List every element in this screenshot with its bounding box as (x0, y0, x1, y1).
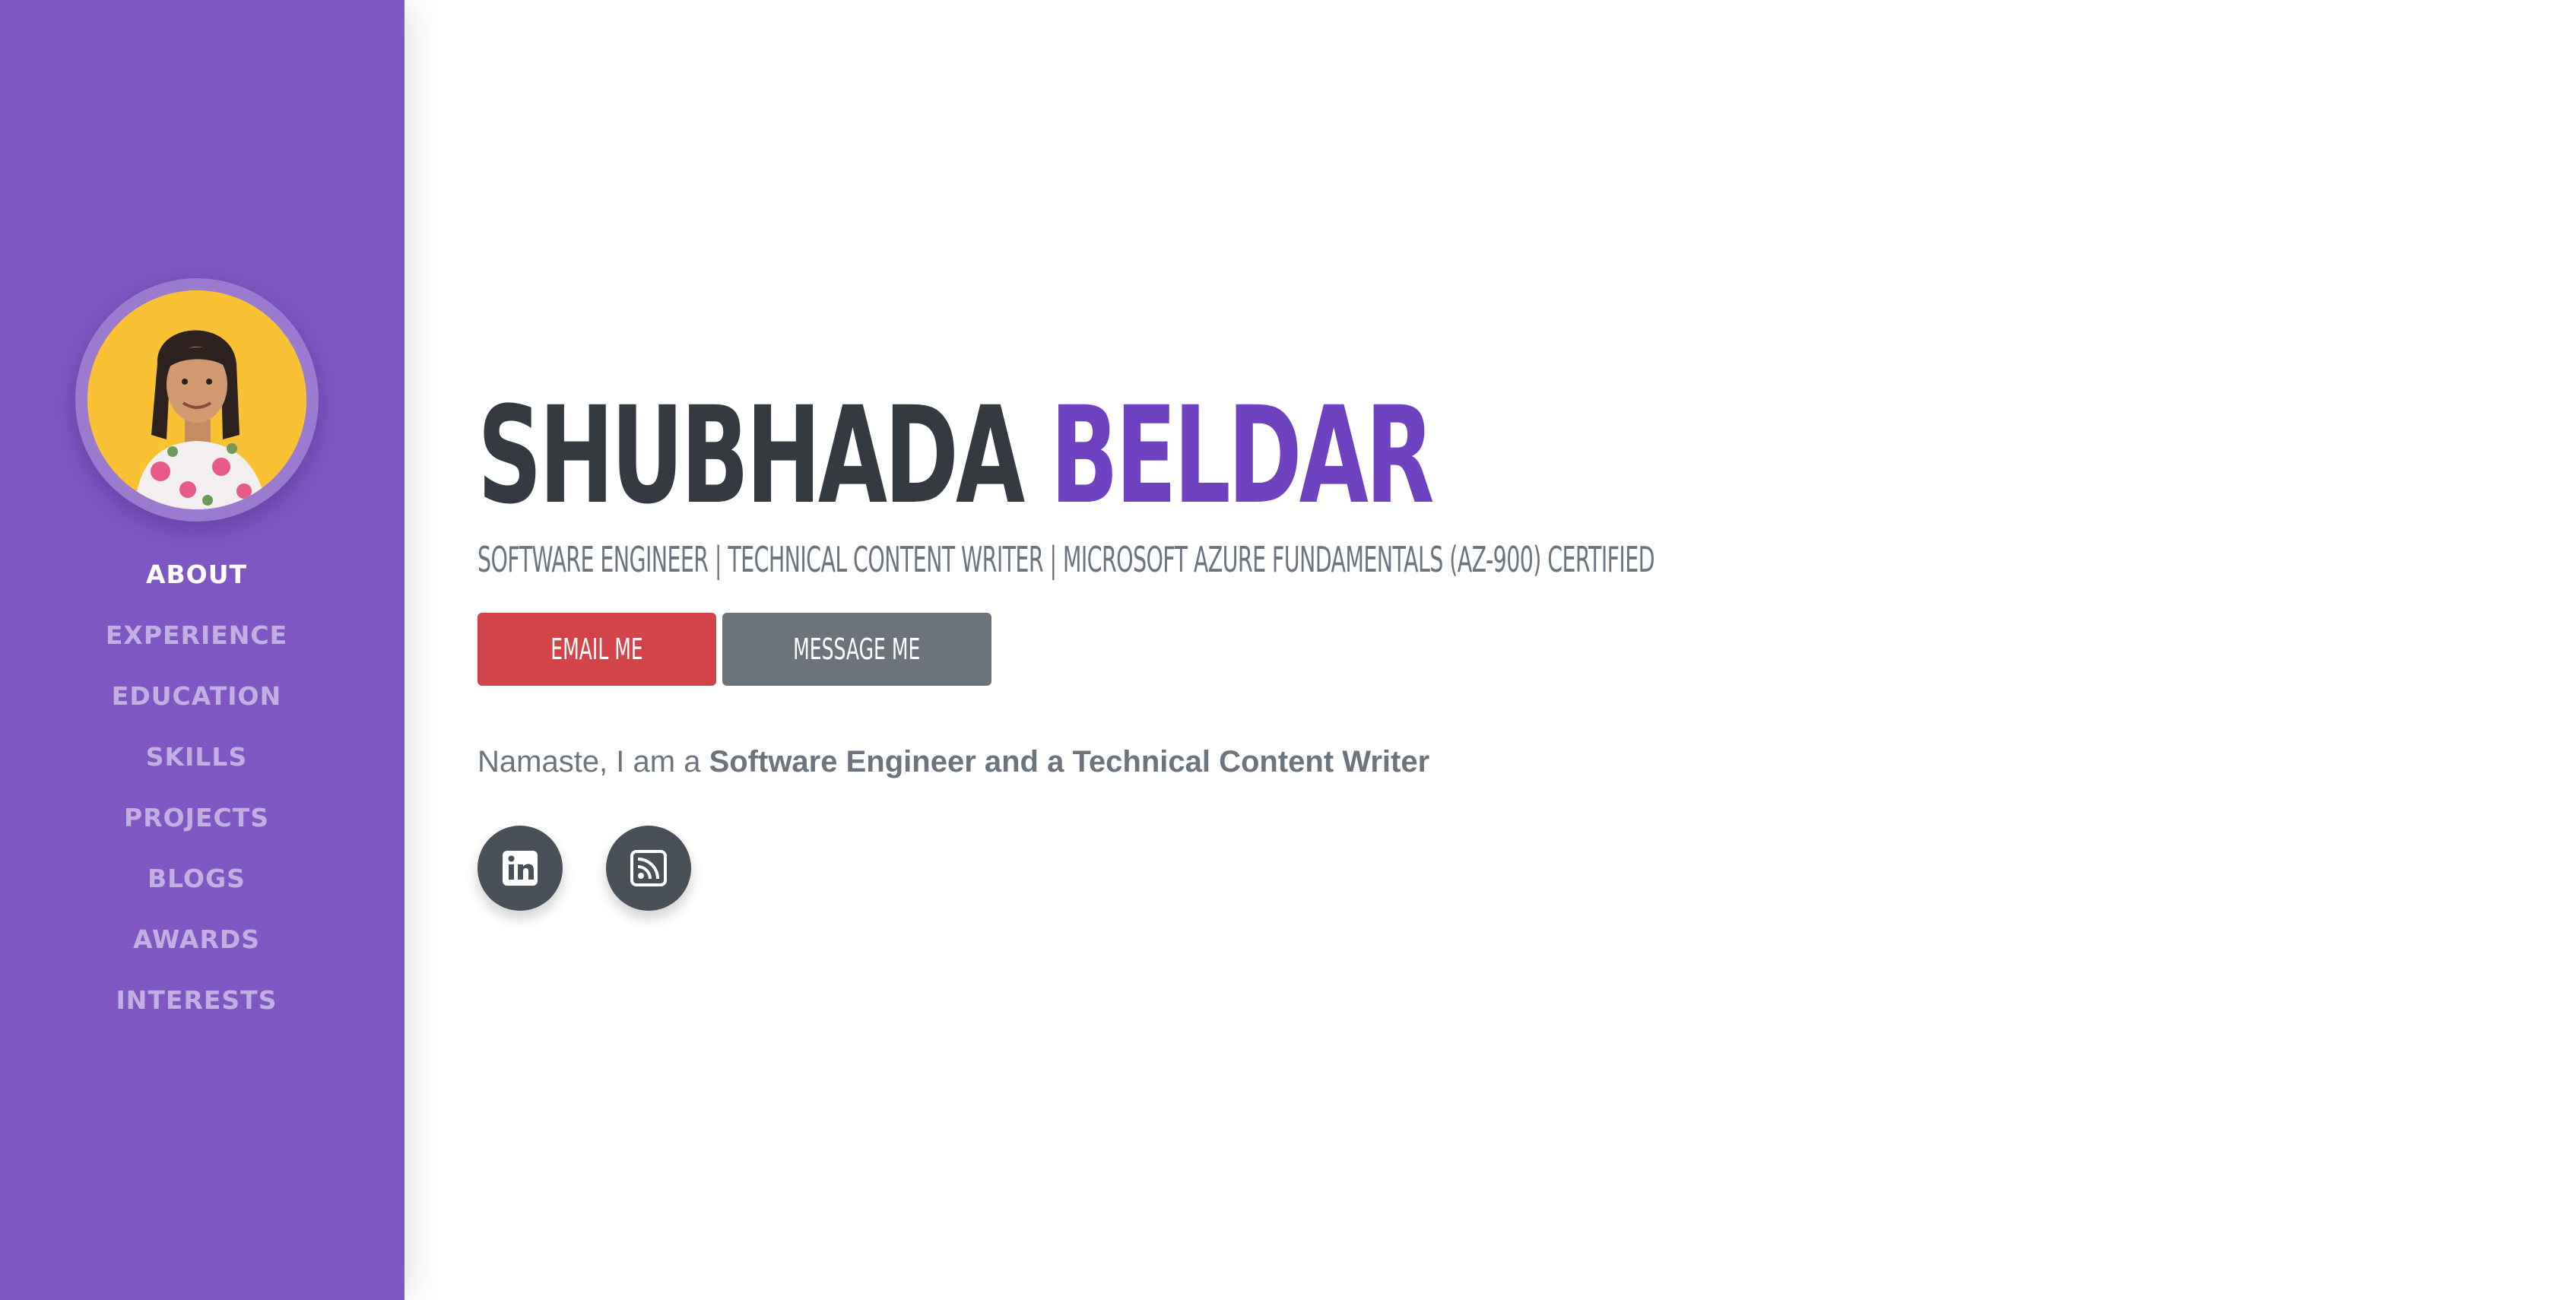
email-me-button[interactable]: EMAIL ME (477, 613, 716, 686)
nav-item-interests[interactable]: INTERESTS (0, 979, 393, 1040)
rss-button[interactable] (606, 826, 691, 911)
message-me-button[interactable]: MESSAGE ME (722, 613, 991, 686)
message-me-label: MESSAGE ME (793, 633, 921, 666)
nav-item-projects[interactable]: PROJECTS (0, 797, 393, 858)
profile-photo (87, 290, 306, 509)
nav-item-experience[interactable]: EXPERIENCE (0, 614, 393, 675)
nav-item-skills[interactable]: SKILLS (0, 736, 393, 797)
intro-emphasis: Software Engineer and a Technical Conten… (709, 745, 1430, 778)
nav-item-awards[interactable]: AWARDS (0, 918, 393, 979)
nav-item-blogs[interactable]: BLOGS (0, 858, 393, 918)
subheading: SOFTWARE ENGINEER | TECHNICAL CONTENT WR… (477, 539, 1655, 580)
nav-item-about[interactable]: ABOUT (0, 553, 393, 614)
nav-item-education[interactable]: EDUCATION (0, 675, 393, 736)
sidebar-nav: ABOUT EXPERIENCE EDUCATION SKILLS PROJEC… (0, 553, 393, 1040)
linkedin-icon (503, 851, 538, 886)
page-title: SHUBHADA BELDAR (477, 378, 1435, 534)
sidebar: ABOUT EXPERIENCE EDUCATION SKILLS PROJEC… (0, 0, 404, 1300)
first-name: SHUBHADA (477, 378, 1025, 534)
intro-prefix: Namaste, I am a (477, 745, 709, 778)
rss-icon (630, 850, 667, 886)
linkedin-button[interactable] (477, 826, 563, 911)
last-name: BELDAR (1050, 378, 1434, 534)
email-me-label: EMAIL ME (550, 633, 643, 666)
profile-avatar-ring (75, 278, 319, 522)
intro-text: Namaste, I am a Software Engineer and a … (477, 740, 1429, 783)
profile-avatar (87, 290, 306, 509)
